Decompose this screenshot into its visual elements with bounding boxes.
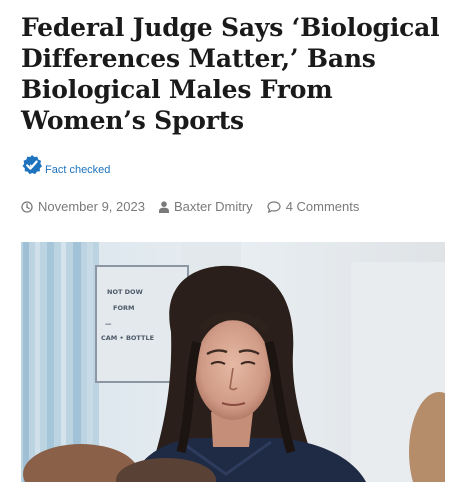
comments-link[interactable]: 4 Comments [286,199,360,214]
user-icon [158,200,169,213]
checkmark-badge-icon [22,155,42,175]
speech-bubble-icon [267,200,281,213]
sign-line-1: NOT DOW [107,288,143,296]
article-featured-image[interactable]: NOT DOW FORM — CAM • BOTTLE [21,242,445,482]
sign-line-4: CAM • BOTTLE [101,334,154,342]
fact-check-badge[interactable]: Fact checked [21,150,110,176]
article-title: Federal Judge Says ‘Biological Differenc… [21,13,440,135]
fact-checked-link[interactable]: Fact checked [45,164,110,176]
author: Baxter Dmitry [158,199,253,214]
clock-icon [21,200,33,213]
comments: 4 Comments [267,199,360,214]
article-meta: November 9, 2023 Baxter Dmitry 4 Comment… [21,199,373,214]
author-link[interactable]: Baxter Dmitry [174,199,253,214]
date-link[interactable]: November 9, 2023 [38,199,145,214]
publish-date: November 9, 2023 [21,199,145,214]
sign-line-2: FORM [113,304,134,312]
athlete-photo: NOT DOW FORM — CAM • BOTTLE [21,242,445,482]
sign-line-3: — [105,320,112,328]
